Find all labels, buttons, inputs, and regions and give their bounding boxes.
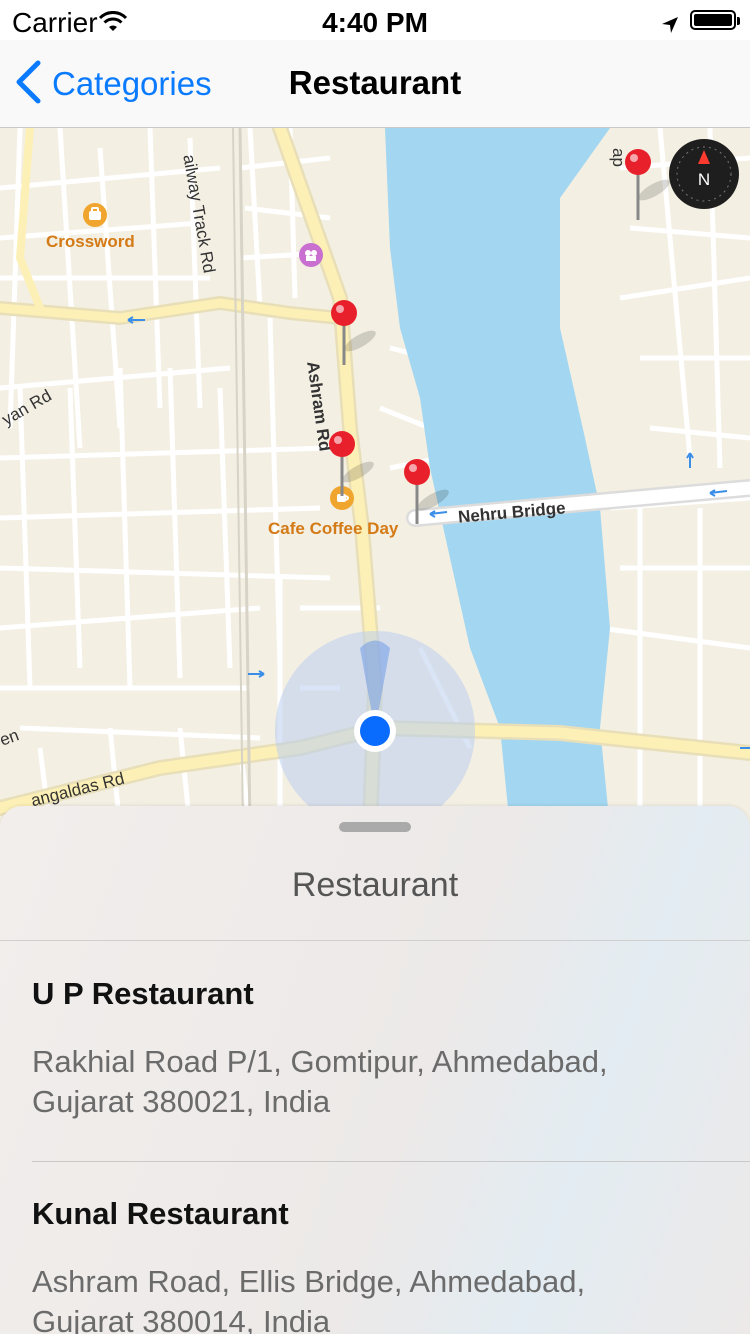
compass-button[interactable]: N	[668, 138, 740, 210]
results-sheet[interactable]: Restaurant U P Restaurant Rakhial Road P…	[0, 806, 750, 1334]
battery-icon	[690, 10, 740, 30]
sheet-grabber[interactable]	[339, 822, 411, 832]
navigation-bar: Categories Restaurant	[0, 40, 750, 128]
sheet-title: Restaurant	[291, 866, 459, 904]
result-item[interactable]: Kunal Restaurant Ashram Road, Ellis Brid…	[32, 1196, 732, 1334]
result-name: Kunal Restaurant	[32, 1196, 289, 1231]
compass-letter: N	[697, 170, 711, 189]
location-arrow-icon	[660, 10, 680, 42]
sheet-divider	[0, 940, 750, 941]
result-name: U P Restaurant	[32, 976, 254, 1011]
result-item[interactable]: U P Restaurant Rakhial Road P/1, Gomtipu…	[32, 976, 732, 1122]
status-time: 4:40 PM	[322, 7, 428, 38]
status-bar: Carrier 4:40 PM	[0, 0, 750, 40]
map-view[interactable]: ailway Track Rd Ashram Rd Nehru Bridge y…	[0, 128, 750, 828]
result-address: Rakhial Road P/1, Gomtipur, Ahmedabad, G…	[32, 1044, 608, 1119]
page-title: Restaurant	[288, 64, 462, 101]
row-divider	[32, 1161, 750, 1162]
result-address: Ashram Road, Ellis Bridge, Ahmedabad, Gu…	[32, 1264, 586, 1334]
cafe-poi-label: Cafe Coffee Day	[268, 519, 399, 538]
crossword-poi-label: Crossword	[46, 232, 135, 251]
